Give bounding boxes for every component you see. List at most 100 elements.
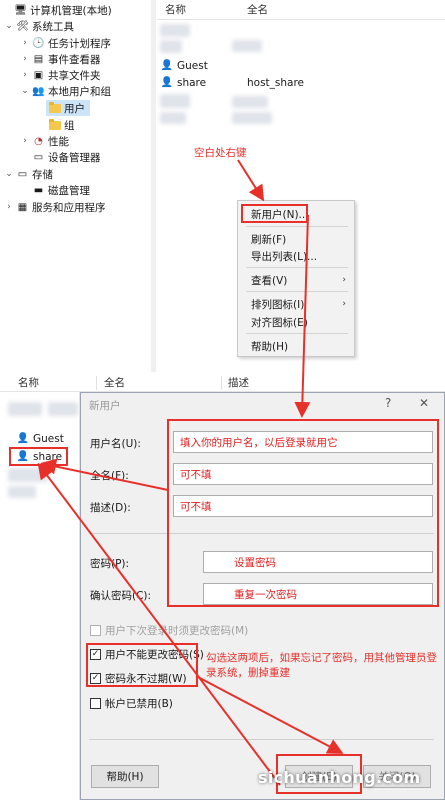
highlight-share-user [9,447,68,466]
user-list-header: 名称 全名 [157,0,445,20]
column-fullname[interactable]: 全名 [247,2,268,17]
tree-item-shared-folders[interactable]: › ▣ 共享文件夹 [20,67,101,83]
console-tree: 🖥 计算机管理(本地) ⌄ 🛠 系统工具 › 🕒 任务计划程序 › ▤ 事件查看… [0,0,156,372]
password-label: 密码(P): [90,558,130,570]
tree-item-label: 系统工具 [32,20,74,33]
close-icon[interactable]: ✕ [419,396,429,410]
expand-arrow-icon[interactable]: › [20,38,30,48]
redacted-entry [48,402,78,416]
redacted-entry [160,24,190,37]
user-row-guest[interactable]: 👤 Guest [17,430,64,447]
column-divider [96,376,97,390]
user-name: Guest [177,59,208,72]
menu-item-line-up-icons[interactable]: 对齐图标(E) [238,313,354,331]
expand-arrow-icon[interactable]: › [4,202,14,212]
dialog-title: 新用户 [89,400,121,412]
tree-item-users[interactable]: 用户 [46,100,90,116]
tree-item-computer-management[interactable]: 🖥 计算机管理(本地) [2,2,112,18]
menu-item-arrange-icons[interactable]: 排列图标(I) › [238,295,354,313]
tools-icon: 🛠 [16,20,29,32]
folder-icon [48,101,61,114]
tree-item-local-users-groups[interactable]: ⌄ 👥 本地用户和组 [20,83,111,99]
tree-item-performance[interactable]: › ◔ 性能 [20,133,69,149]
collapse-arrow-icon[interactable]: ⌄ [4,21,14,31]
column-divider [221,376,222,390]
checkbox-account-disabled[interactable]: 帐户已禁用(B) [90,695,173,711]
tree-scrollbar[interactable] [151,0,156,372]
device-manager-icon: ▭ [33,151,44,163]
collapse-arrow-icon[interactable]: ⌄ [20,86,30,96]
tree-item-label: 磁盘管理 [48,184,90,197]
checkbox-must-change-password: 用户下次登录时须更改密码(M) [90,622,248,638]
expand-arrow-icon[interactable]: › [20,70,30,80]
collapse-arrow-icon[interactable]: ⌄ [4,169,14,179]
annotation-right-click: 空白处右键 [194,147,247,159]
tree-item-label: 服务和应用程序 [32,201,106,214]
menu-item-label: 帮助(H) [251,340,289,353]
checkbox-box [90,624,101,636]
clock-icon: 🕒 [32,37,45,49]
tree-item-label: 事件查看器 [48,53,101,66]
storage-icon: ▭ [17,168,28,180]
redacted-entry [160,40,182,53]
confirm-password-label: 确认密码(C): [90,590,152,602]
user-row-share[interactable]: 👤 share host_share [161,74,304,91]
tree-item-system-tools[interactable]: ⌄ 🛠 系统工具 [4,18,74,34]
redacted-entry [160,94,190,108]
disk-icon: ▬ [33,184,44,196]
tree-item-disk-management[interactable]: ▬ 磁盘管理 [30,182,90,198]
user-fullname: host_share [247,76,305,89]
tree-item-label: 用户 [64,102,85,115]
tree-item-label: 任务计划程序 [48,37,111,50]
tree-item-label: 性能 [48,135,69,148]
menu-item-help[interactable]: 帮助(H) [238,337,354,355]
tree-item-task-scheduler[interactable]: › 🕒 任务计划程序 [20,35,111,51]
tree-item-services-apps[interactable]: › ▦ 服务和应用程序 [4,199,106,215]
redacted-entry [232,96,268,108]
tree-item-label: 共享文件夹 [48,69,101,82]
column-name[interactable]: 名称 [165,2,186,17]
description-label: 描述(D): [90,502,131,514]
highlight-fields [167,419,439,607]
menu-item-view[interactable]: 查看(V) › [238,271,354,289]
checkbox-box[interactable] [90,697,101,709]
column-name[interactable]: 名称 [18,375,39,390]
redacted-entry [8,486,36,498]
redacted-entry [232,40,262,52]
tree-item-storage[interactable]: ⌄ ▭ 存储 [4,166,53,182]
user-icon: 👤 [160,60,174,71]
checkbox-label: 帐户已禁用(B) [105,697,173,710]
username-label: 用户名(U): [90,438,141,450]
shared-folder-icon: ▣ [33,69,44,81]
expand-arrow-icon[interactable]: › [20,136,30,146]
redacted-entry [8,468,48,482]
help-button[interactable]: 帮助(H) [91,765,159,788]
fullname-label: 全名(F): [90,470,129,482]
separator [89,739,434,740]
tree-item-label: 设备管理器 [48,151,101,164]
checkbox-label: 用户下次登录时须更改密码(M) [105,624,249,637]
column-description[interactable]: 描述 [228,375,249,390]
users-groups-icon: 👥 [32,85,45,97]
tree-item-groups[interactable]: 组 [46,117,75,133]
menu-item-label: 刷新(F) [251,233,287,246]
annotation-checkboxes: 勾选这两项后，如果忘记了密码，用其他管理员登录系统，删掉重建 [206,652,437,679]
menu-item-refresh[interactable]: 刷新(F) [238,230,354,248]
tree-item-event-viewer[interactable]: › ▤ 事件查看器 [20,51,101,67]
help-icon[interactable]: ? [385,396,391,410]
submenu-arrow-icon: › [342,275,346,285]
watermark: sichuanhong.com [258,768,421,787]
event-viewer-icon: ▤ [33,53,44,65]
expand-arrow-icon[interactable]: › [20,54,30,64]
tree-item-device-manager[interactable]: ▭ 设备管理器 [30,149,101,165]
user-row-guest[interactable]: 👤 Guest [161,57,208,74]
menu-separator [246,226,348,227]
redacted-entry [8,402,42,416]
menu-item-export-list[interactable]: 导出列表(L)... [238,247,354,265]
menu-separator [246,291,348,292]
redacted-entry [160,112,186,124]
redacted-entry [232,112,272,124]
highlight-checkboxes [86,643,198,687]
column-fullname[interactable]: 全名 [104,375,125,390]
menu-item-label: 排列图标(I) [251,298,305,311]
